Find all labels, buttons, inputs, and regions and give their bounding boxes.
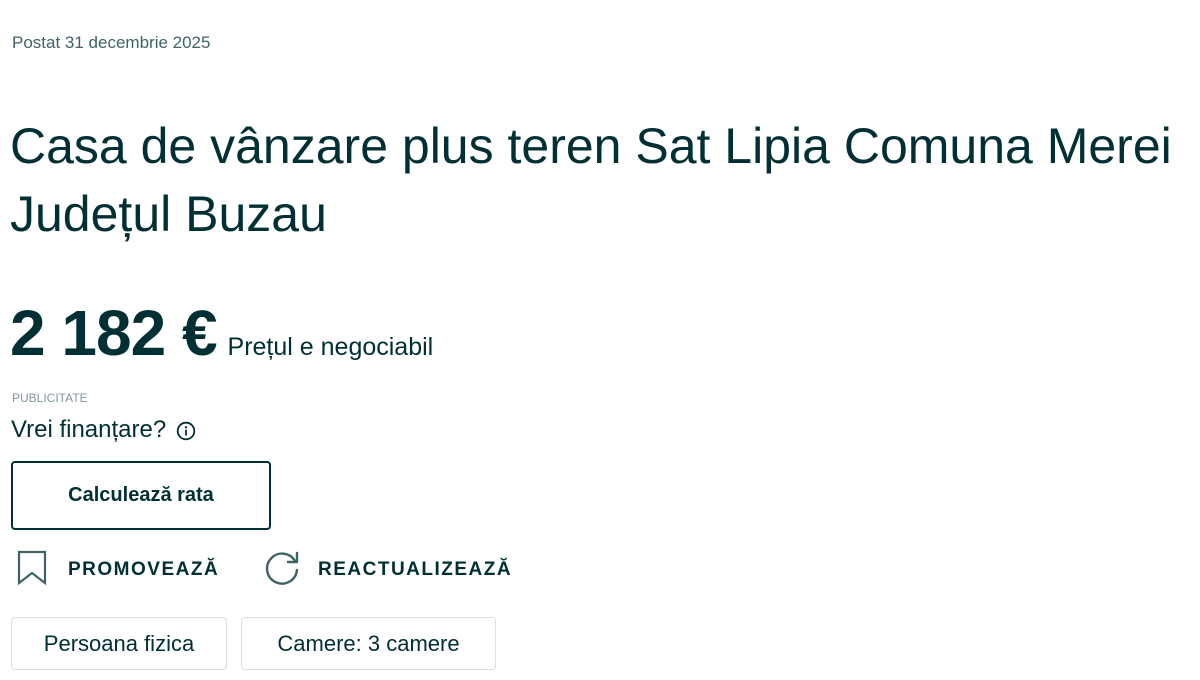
posted-date: Postat 31 decembrie 2025	[12, 33, 211, 52]
refresh-icon	[264, 550, 300, 591]
refresh-button[interactable]: REACTUALIZEAZĂ	[264, 550, 512, 590]
financing-question-row: Vrei finanțare?	[11, 416, 196, 444]
financing-question: Vrei finanțare?	[11, 416, 167, 443]
price-value: 2 182 €	[10, 297, 218, 369]
calculate-rate-button[interactable]: Calculează rata	[11, 461, 271, 530]
price-row: 2 182 € Prețul e negociabil	[10, 296, 433, 370]
listing-title: Casa de vânzare plus teren Sat Lipia Com…	[10, 118, 1172, 242]
promote-button[interactable]: PROMOVEAZĂ	[16, 550, 219, 590]
advertising-label: PUBLICITATE	[12, 391, 88, 405]
info-circle-icon[interactable]	[176, 420, 196, 441]
promote-label: PROMOVEAZĂ	[68, 559, 220, 580]
refresh-label: REACTUALIZEAZĂ	[318, 559, 513, 580]
rooms-tag: Camere: 3 camere	[241, 617, 496, 670]
bookmark-icon	[16, 550, 48, 591]
negotiable-label: Prețul e negociabil	[227, 333, 434, 361]
seller-type-tag: Persoana fizica	[11, 617, 227, 670]
